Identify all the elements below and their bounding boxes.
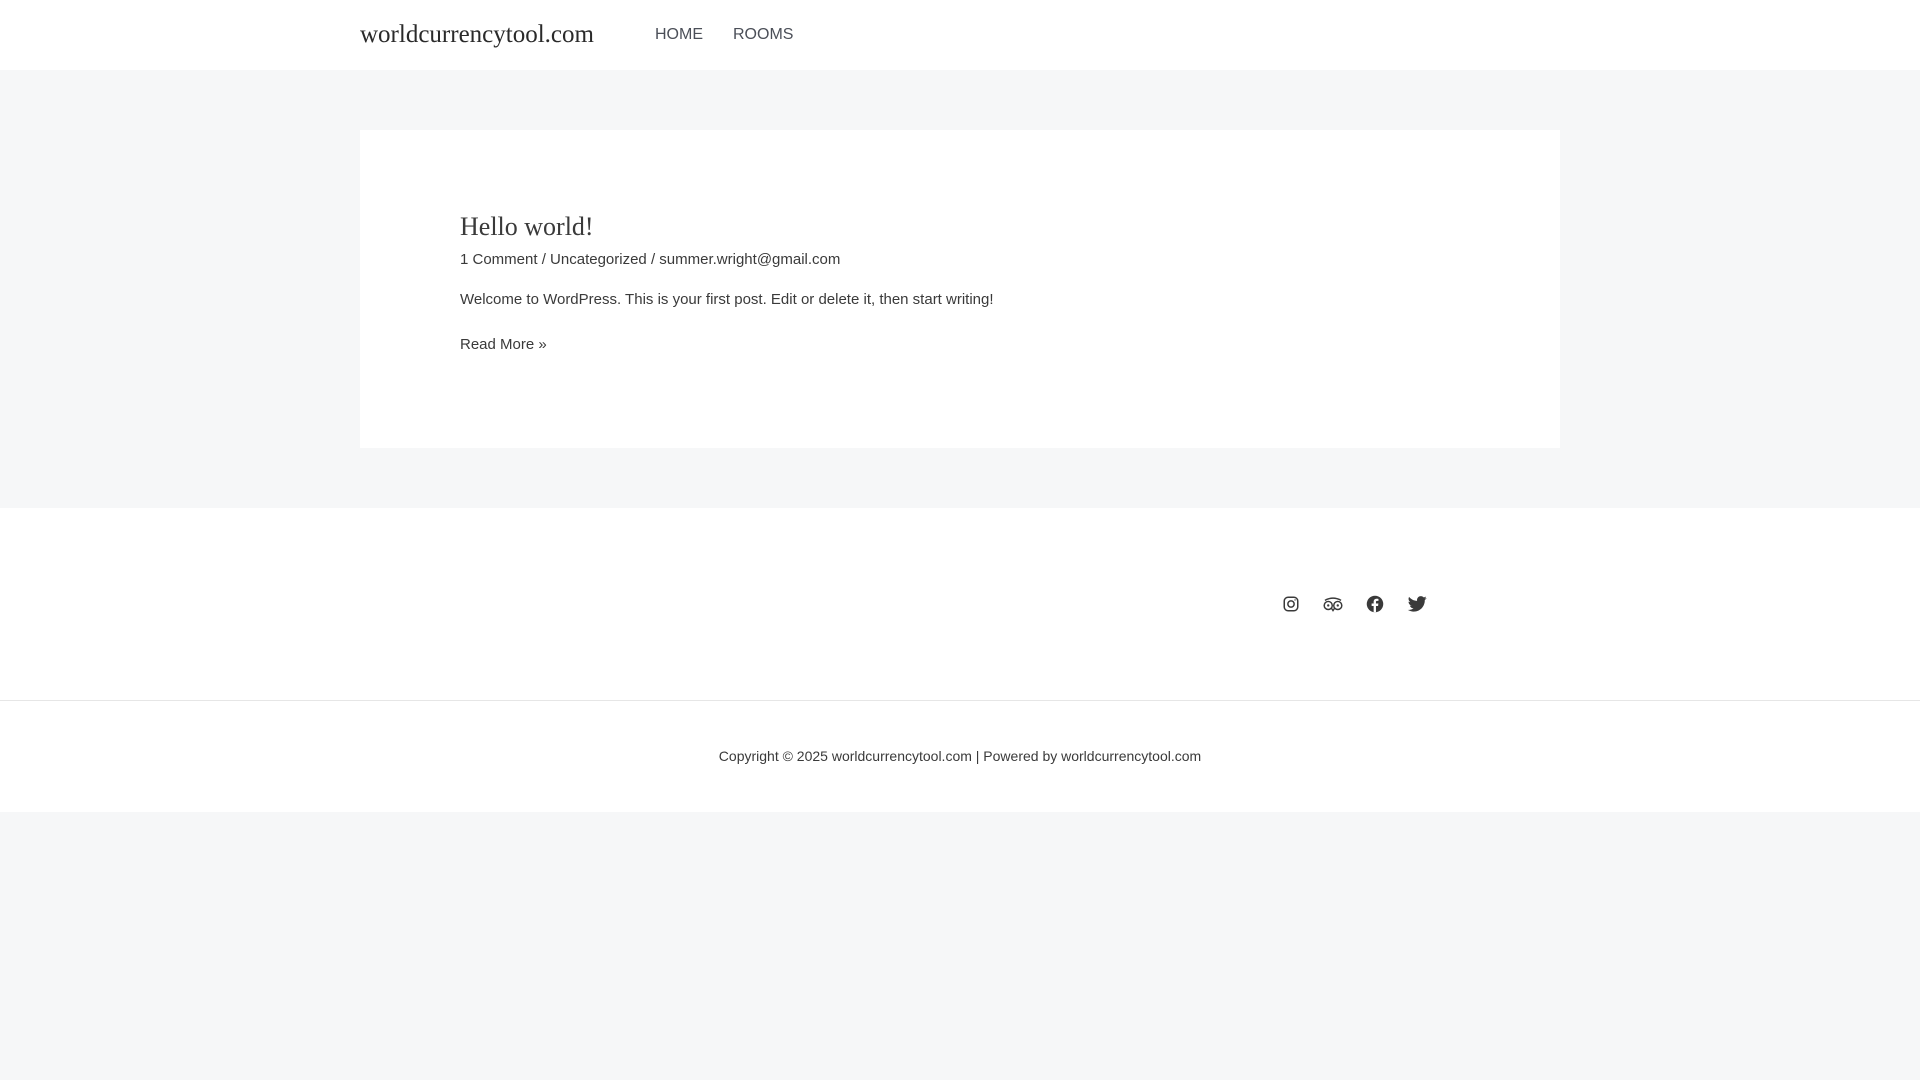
main-navigation: HOME ROOMS xyxy=(640,0,808,70)
post-excerpt: Welcome to WordPress. This is your first… xyxy=(460,291,994,308)
meta-separator: / xyxy=(646,251,660,268)
post-category-link[interactable]: Uncategorized xyxy=(550,251,647,268)
post-content: Hello world! 1 Comment / Uncategorized /… xyxy=(460,210,1460,357)
nav-item-home[interactable]: HOME xyxy=(640,0,718,70)
instagram-icon[interactable] xyxy=(1274,588,1308,620)
post-card: Hello world! 1 Comment / Uncategorized /… xyxy=(360,130,1560,448)
footer-widgets xyxy=(0,508,1920,701)
meta-separator: / xyxy=(537,251,551,268)
facebook-icon[interactable] xyxy=(1358,588,1392,620)
footer-bottom: Copyright © 2025 worldcurrencytool.com |… xyxy=(0,701,1920,812)
post-meta: 1 Comment / Uncategorized / summer.wrigh… xyxy=(460,248,1460,272)
post-comments-link[interactable]: 1 Comment xyxy=(460,251,538,268)
copyright-text: Copyright © 2025 worldcurrencytool.com |… xyxy=(718,748,1202,764)
post-title-link[interactable]: Hello world! xyxy=(460,212,594,241)
twitter-icon[interactable] xyxy=(1400,588,1434,620)
site-header: worldcurrencytool.com HOME ROOMS xyxy=(0,0,1920,70)
post-author-link[interactable]: summer.wright@gmail.com xyxy=(659,251,840,268)
nav-item-rooms[interactable]: ROOMS xyxy=(718,0,808,70)
tripadvisor-icon[interactable] xyxy=(1316,588,1350,620)
post-title: Hello world! xyxy=(460,210,1460,244)
site-title-link[interactable]: worldcurrencytool.com xyxy=(360,18,594,52)
read-more-link[interactable]: Read More » xyxy=(460,333,547,357)
social-links xyxy=(1274,588,1442,620)
